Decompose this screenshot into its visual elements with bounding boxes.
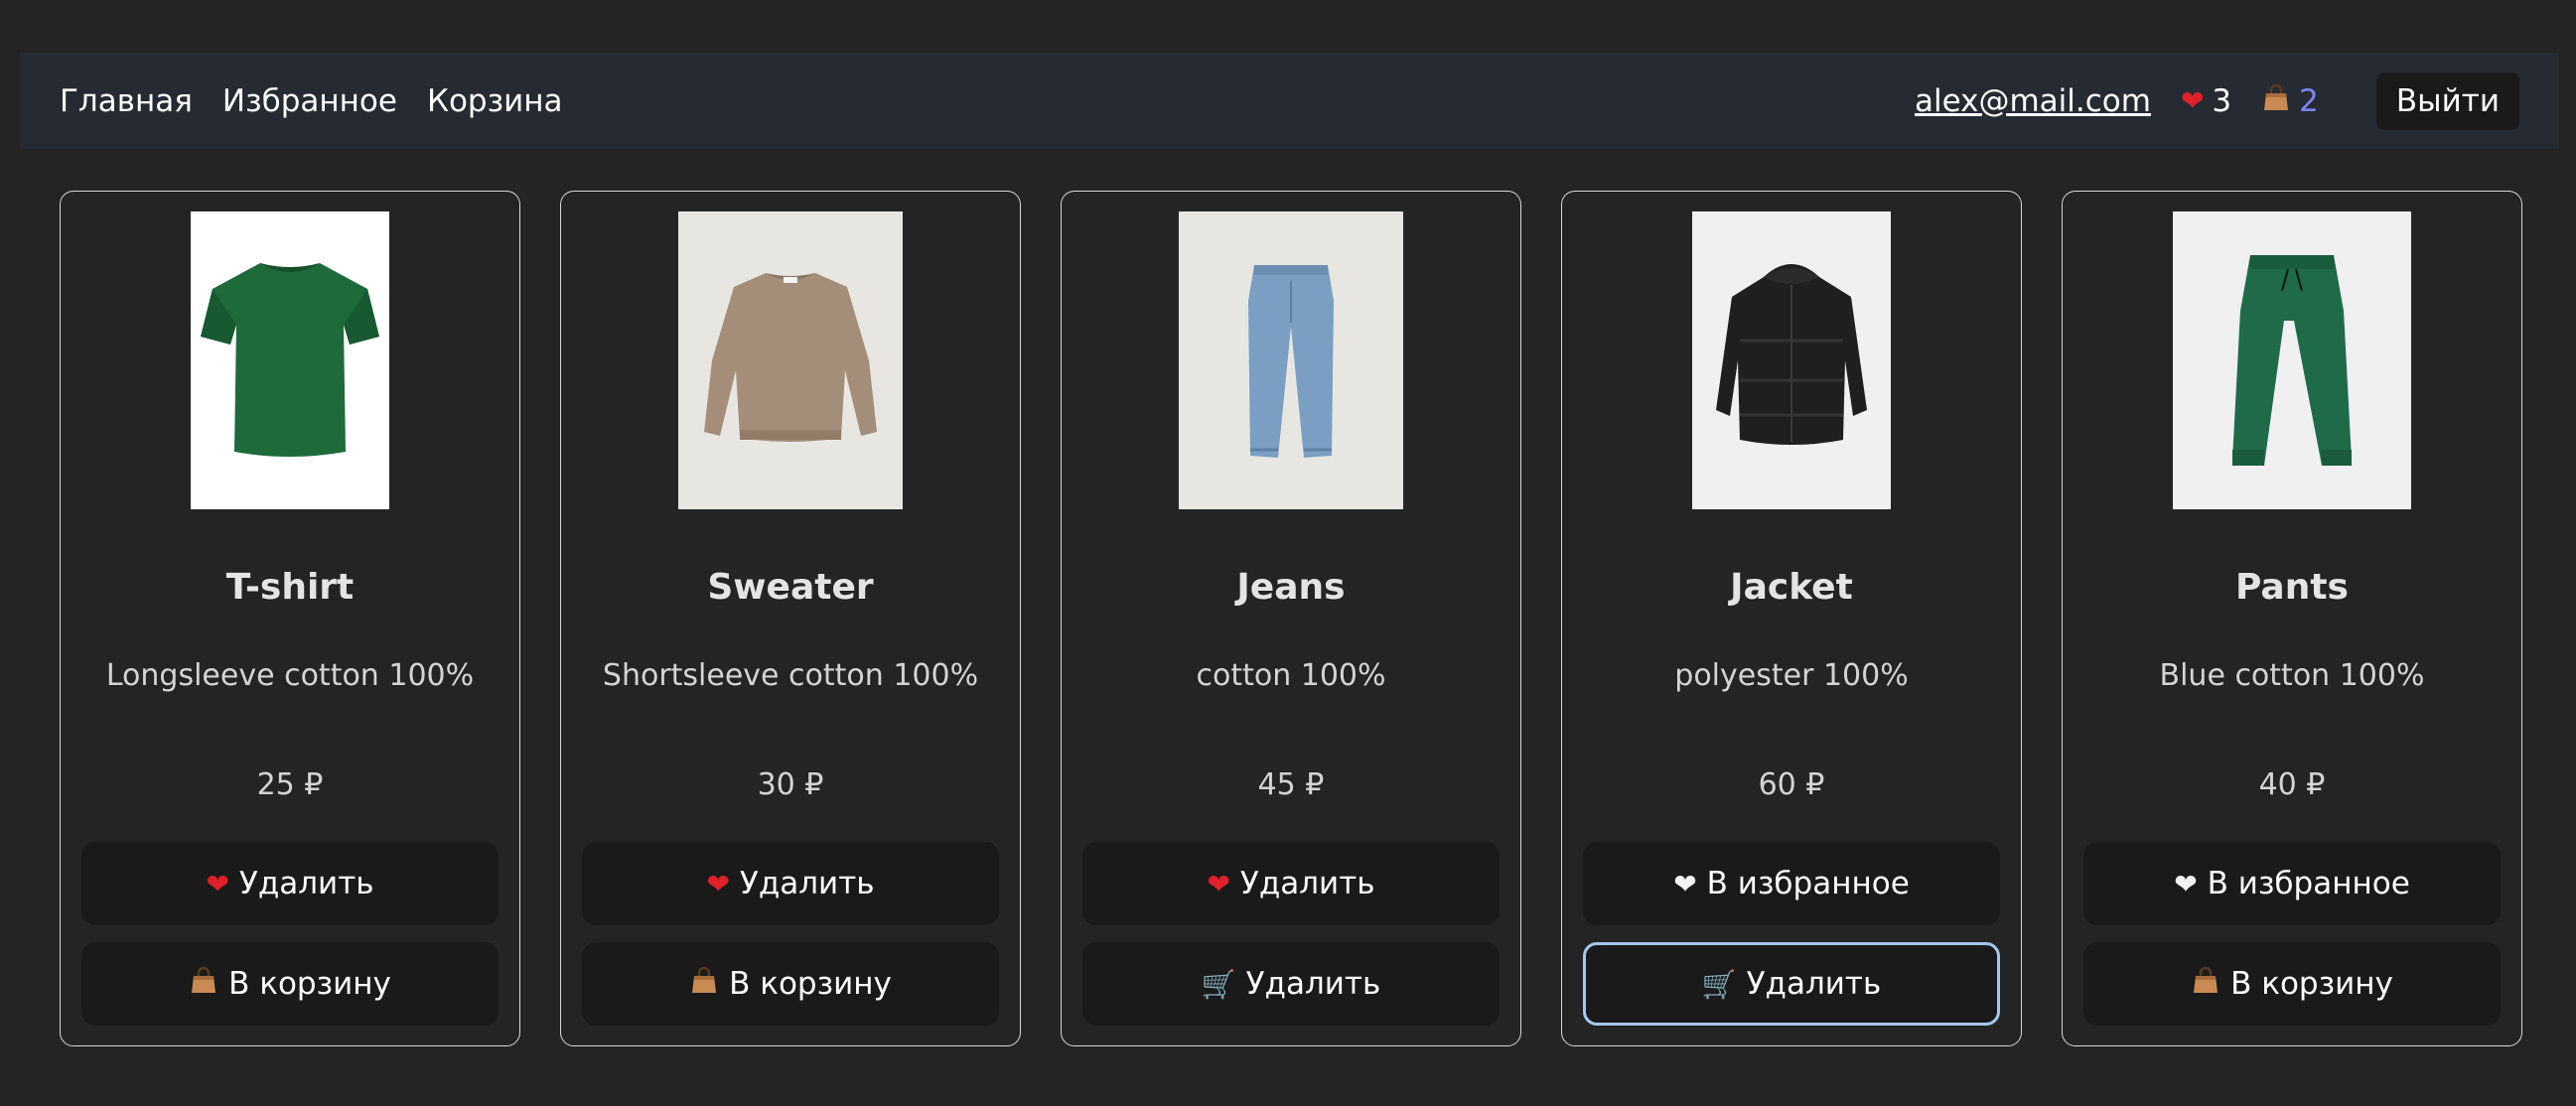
product-description: Longsleeve cotton 100% — [105, 658, 475, 693]
nav-link-home[interactable]: Главная — [60, 83, 193, 119]
product-price: 60 ₽ — [1758, 767, 1825, 802]
product-title: Pants — [2235, 567, 2349, 608]
add-to-favorites-button[interactable]: ❤ В избранное — [2083, 842, 2501, 925]
product-card: T-shirt Longsleeve cotton 100% 25 ₽ ❤ Уд… — [60, 191, 520, 1046]
product-card: Pants Blue cotton 100% 40 ₽ ❤ В избранно… — [2062, 191, 2522, 1046]
product-image — [191, 211, 389, 509]
blue-jeans-image — [1179, 211, 1403, 509]
red-heart-icon: ❤ — [706, 867, 730, 900]
remove-favorite-button[interactable]: ❤ Удалить — [1082, 842, 1500, 925]
product-image — [1179, 211, 1403, 509]
shopping-bag-icon — [2191, 965, 2220, 1003]
button-label: Удалить — [1239, 866, 1375, 901]
logout-button[interactable]: Выйти — [2375, 71, 2519, 130]
white-heart-icon: ❤ — [1673, 867, 1697, 900]
product-card: Sweater Shortsleeve cotton 100% 30 ₽ ❤ У… — [560, 191, 1021, 1046]
product-description: Shortsleeve cotton 100% — [602, 658, 979, 693]
add-to-cart-button[interactable]: В корзину — [2083, 942, 2501, 1026]
button-label: В корзину — [2230, 966, 2393, 1002]
product-image — [1692, 211, 1891, 509]
button-label: В избранное — [1706, 866, 1910, 901]
product-price: 45 ₽ — [1257, 767, 1325, 802]
product-title: Jeans — [1236, 567, 1346, 608]
white-heart-icon: ❤ — [2174, 867, 2198, 900]
button-label: В корзину — [729, 966, 892, 1002]
product-price: 25 ₽ — [256, 767, 324, 802]
product-description: cotton 100% — [1196, 658, 1386, 693]
button-label: В корзину — [228, 966, 391, 1002]
add-to-cart-button[interactable]: В корзину — [81, 942, 499, 1026]
product-price: 40 ₽ — [2258, 767, 2326, 802]
product-grid: T-shirt Longsleeve cotton 100% 25 ₽ ❤ Уд… — [60, 191, 2522, 1046]
top-navbar: Главная Избранное Корзина alex@mail.com … — [20, 53, 2559, 149]
green-tshirt-image — [191, 211, 389, 509]
remove-from-cart-button[interactable]: 🛒 Удалить — [1583, 942, 2000, 1026]
remove-favorite-button[interactable]: ❤ Удалить — [81, 842, 499, 925]
product-description: Blue cotton 100% — [2159, 658, 2425, 693]
nav-links: Главная Избранное Корзина — [60, 83, 563, 119]
product-description: polyester 100% — [1674, 658, 1909, 693]
green-sweatpants-image — [2173, 211, 2411, 509]
remove-from-cart-button[interactable]: 🛒 Удалить — [1082, 942, 1500, 1026]
button-label: Удалить — [1746, 966, 1882, 1002]
shopping-cart-icon: 🛒 — [1201, 967, 1236, 1001]
cart-count: 2 — [2299, 82, 2319, 119]
red-heart-icon: ❤ — [206, 867, 229, 900]
product-image — [678, 211, 903, 509]
product-price: 30 ₽ — [757, 767, 824, 802]
remove-favorite-button[interactable]: ❤ Удалить — [582, 842, 999, 925]
shopping-bag-icon — [689, 965, 719, 1003]
favorites-counter[interactable]: ❤ 3 — [2181, 83, 2231, 119]
product-card: Jacket polyester 100% 60 ₽ ❤ В избранное… — [1561, 191, 2022, 1046]
product-title: T-shirt — [225, 567, 355, 608]
black-puffer-jacket-image — [1692, 211, 1891, 509]
red-heart-icon: ❤ — [1207, 867, 1230, 900]
button-label: Удалить — [238, 866, 374, 901]
button-label: Удалить — [1245, 966, 1381, 1002]
product-title: Sweater — [707, 567, 874, 608]
button-label: Удалить — [739, 866, 875, 901]
cart-counter[interactable]: 2 — [2261, 82, 2319, 120]
favorites-count: 3 — [2212, 82, 2232, 119]
red-heart-icon: ❤ — [2180, 84, 2205, 117]
user-email-link[interactable]: alex@mail.com — [1915, 83, 2151, 119]
add-to-cart-button[interactable]: В корзину — [582, 942, 999, 1026]
nav-link-favorites[interactable]: Избранное — [222, 83, 397, 119]
shopping-cart-icon: 🛒 — [1701, 967, 1737, 1001]
product-image — [2173, 211, 2411, 509]
nav-user-area: alex@mail.com ❤ 3 2 Выйти — [1915, 71, 2519, 130]
nav-link-cart[interactable]: Корзина — [427, 83, 563, 119]
product-card: Jeans cotton 100% 45 ₽ ❤ Удалить 🛒 Удали… — [1061, 191, 1521, 1046]
button-label: В избранное — [2207, 866, 2410, 901]
product-title: Jacket — [1730, 567, 1853, 608]
add-to-favorites-button[interactable]: ❤ В избранное — [1583, 842, 2000, 925]
shopping-bag-icon — [2261, 82, 2291, 120]
beige-sweater-image — [678, 211, 903, 509]
shopping-bag-icon — [189, 965, 218, 1003]
